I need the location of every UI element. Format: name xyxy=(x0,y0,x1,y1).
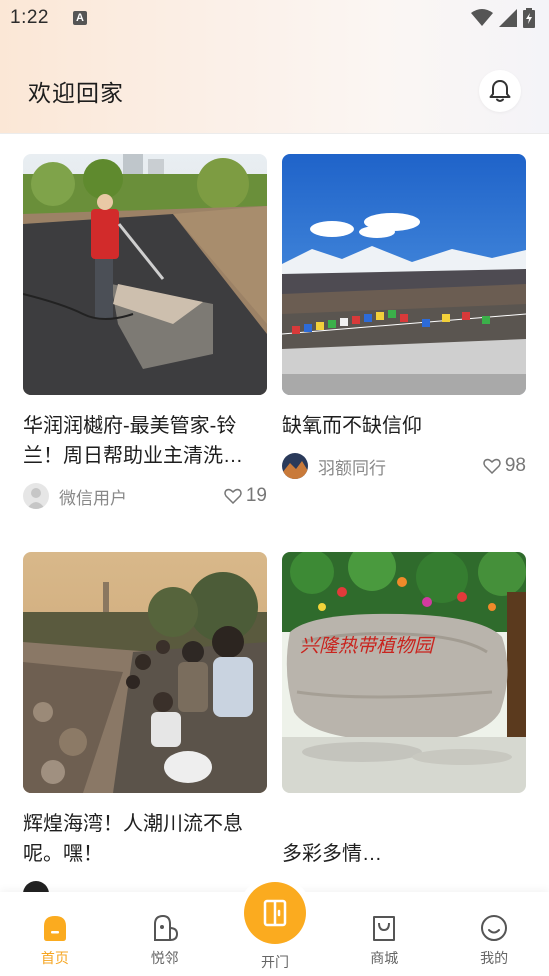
post-title[interactable]: 缺氧而不缺信仰 xyxy=(282,411,526,441)
tab-label: 商城 xyxy=(370,950,399,966)
heart-icon xyxy=(224,488,242,504)
tab-neighbors[interactable]: 悦邻 xyxy=(110,892,220,976)
post-card[interactable]: 辉煌海湾！人潮川流不息呢。嘿！ xyxy=(23,552,267,892)
status-time: 1:22 xyxy=(10,7,49,28)
smile-icon xyxy=(481,915,508,941)
tab-profile[interactable]: 我的 xyxy=(439,892,549,976)
feed: 华润润樾府-最美管家-铃兰！周日帮助业主清洗… 微信用户 19 缺氧而不缺信仰 … xyxy=(0,134,549,892)
post-image-botanical-garden[interactable]: 兴隆热带植物园 xyxy=(282,552,526,793)
post-image-street-cleaning[interactable] xyxy=(23,154,267,395)
heart-icon xyxy=(483,458,501,474)
notifications-button[interactable] xyxy=(479,70,521,112)
post-image-mountains[interactable] xyxy=(282,154,526,395)
home-icon xyxy=(43,916,66,941)
post-photo xyxy=(23,154,267,395)
avatar[interactable] xyxy=(282,453,308,479)
signal-icon xyxy=(499,9,517,27)
door-icon xyxy=(263,899,287,927)
notification-icon: A xyxy=(72,11,87,25)
neighbor-icon xyxy=(153,914,178,941)
shopping-bag-icon xyxy=(373,916,396,941)
page-title: 欢迎回家 xyxy=(28,80,124,106)
tab-label: 首页 xyxy=(40,950,69,966)
post-title[interactable]: 多彩多情… xyxy=(282,839,526,869)
tab-label: 悦邻 xyxy=(150,950,179,966)
battery-icon xyxy=(523,8,535,28)
post-photo xyxy=(282,154,526,395)
avatar[interactable] xyxy=(23,483,49,509)
status-bar: 1:22 A xyxy=(0,0,549,36)
open-door-button[interactable] xyxy=(244,882,306,944)
post-author[interactable]: 微信用户 xyxy=(59,484,127,509)
header: 欢迎回家 xyxy=(0,60,549,122)
wifi-icon xyxy=(471,9,493,26)
post-meta xyxy=(23,881,267,892)
bell-icon xyxy=(489,80,511,102)
tab-home[interactable]: 首页 xyxy=(0,892,110,976)
tab-label-open-door[interactable]: 开门 xyxy=(244,952,306,972)
post-meta: 微信用户 19 xyxy=(23,483,267,509)
like-button[interactable]: 98 xyxy=(483,455,526,477)
post-card[interactable]: 兴隆热带植物园 多彩多情… xyxy=(282,552,526,869)
tab-label: 我的 xyxy=(480,950,509,966)
like-count: 98 xyxy=(504,455,526,476)
default-user-icon xyxy=(27,488,45,509)
post-card[interactable]: 缺氧而不缺信仰 羽额同行 98 xyxy=(282,154,526,479)
post-image-bay-crowd[interactable] xyxy=(23,552,267,793)
avatar[interactable] xyxy=(23,881,49,892)
post-title[interactable]: 辉煌海湾！人潮川流不息呢。嘿！ xyxy=(23,809,267,869)
garden-sign-text: 兴隆热带植物园 xyxy=(300,635,436,657)
like-button[interactable]: 19 xyxy=(224,485,267,507)
post-meta: 羽额同行 98 xyxy=(282,453,526,479)
post-photo: 兴隆热带植物园 xyxy=(282,552,526,793)
post-photo xyxy=(23,552,267,793)
post-card[interactable]: 华润润樾府-最美管家-铃兰！周日帮助业主清洗… 微信用户 19 xyxy=(23,154,267,509)
tab-mall[interactable]: 商城 xyxy=(329,892,439,976)
post-title[interactable]: 华润润樾府-最美管家-铃兰！周日帮助业主清洗… xyxy=(23,411,267,471)
avatar-mountain-image xyxy=(282,453,308,479)
like-count: 19 xyxy=(245,485,267,506)
post-author[interactable]: 羽额同行 xyxy=(318,454,386,479)
